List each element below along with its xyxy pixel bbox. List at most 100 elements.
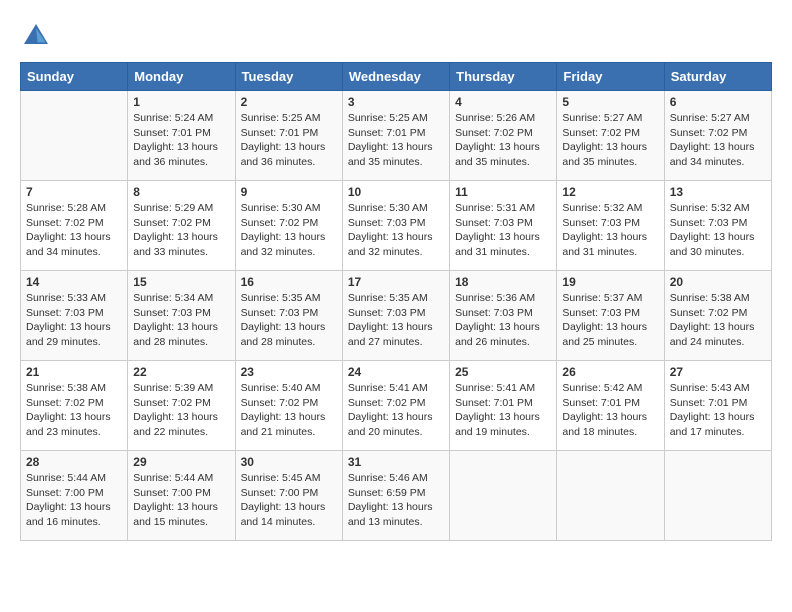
day-cell: 18 Sunrise: 5:36 AMSunset: 7:03 PMDayligh…: [450, 271, 557, 361]
day-number: 10: [348, 185, 444, 199]
week-row-3: 21 Sunrise: 5:38 AMSunset: 7:02 PMDayligh…: [21, 361, 772, 451]
header-tuesday: Tuesday: [235, 63, 342, 91]
day-number: 14: [26, 275, 122, 289]
day-cell: 14 Sunrise: 5:33 AMSunset: 7:03 PMDayligh…: [21, 271, 128, 361]
day-cell: 7Sunrise: 5:28 AMSunset: 7:02 PMDaylight…: [21, 181, 128, 271]
day-number: 8: [133, 185, 229, 199]
header-row: SundayMondayTuesdayWednesdayThursdayFrid…: [21, 63, 772, 91]
day-info: Sunrise: 5:34 AMSunset: 7:03 PMDaylight:…: [133, 291, 229, 350]
day-cell: 2 Sunrise: 5:25 AMSunset: 7:01 PMDaylight…: [235, 91, 342, 181]
day-info: Sunrise: 5:33 AMSunset: 7:03 PMDaylight:…: [26, 291, 122, 350]
day-info: Sunrise: 5:27 AMSunset: 7:02 PMDaylight:…: [562, 111, 658, 170]
day-cell: 27 Sunrise: 5:43 AMSunset: 7:01 PMDayligh…: [664, 361, 771, 451]
day-cell: 20 Sunrise: 5:38 AMSunset: 7:02 PMDayligh…: [664, 271, 771, 361]
day-cell: 15 Sunrise: 5:34 AMSunset: 7:03 PMDayligh…: [128, 271, 235, 361]
day-info: Sunrise: 5:38 AMSunset: 7:02 PMDaylight:…: [26, 381, 122, 440]
day-cell: 9 Sunrise: 5:30 AMSunset: 7:02 PMDaylight…: [235, 181, 342, 271]
day-info: Sunrise: 5:32 AMSunset: 7:03 PMDaylight:…: [562, 201, 658, 260]
day-cell: 24 Sunrise: 5:41 AMSunset: 7:02 PMDayligh…: [342, 361, 449, 451]
day-cell: 19Sunrise: 5:37 AMSunset: 7:03 PMDayligh…: [557, 271, 664, 361]
day-number: 2: [241, 95, 337, 109]
day-cell: 28Sunrise: 5:44 AMSunset: 7:00 PMDayligh…: [21, 451, 128, 541]
day-cell: 23 Sunrise: 5:40 AMSunset: 7:02 PMDayligh…: [235, 361, 342, 451]
header-monday: Monday: [128, 63, 235, 91]
day-number: 12: [562, 185, 658, 199]
day-cell: 11Sunrise: 5:31 AMSunset: 7:03 PMDayligh…: [450, 181, 557, 271]
day-number: 9: [241, 185, 337, 199]
day-cell: 30 Sunrise: 5:45 AMSunset: 7:00 PMDayligh…: [235, 451, 342, 541]
day-number: 24: [348, 365, 444, 379]
day-info: Sunrise: 5:39 AMSunset: 7:02 PMDaylight:…: [133, 381, 229, 440]
week-row-2: 14 Sunrise: 5:33 AMSunset: 7:03 PMDayligh…: [21, 271, 772, 361]
header-friday: Friday: [557, 63, 664, 91]
day-number: 25: [455, 365, 551, 379]
day-number: 1: [133, 95, 229, 109]
day-info: Sunrise: 5:40 AMSunset: 7:02 PMDaylight:…: [241, 381, 337, 440]
day-number: 20: [670, 275, 766, 289]
day-info: Sunrise: 5:36 AMSunset: 7:03 PMDaylight:…: [455, 291, 551, 350]
day-info: Sunrise: 5:41 AMSunset: 7:01 PMDaylight:…: [455, 381, 551, 440]
day-cell: 13 Sunrise: 5:32 AMSunset: 7:03 PMDayligh…: [664, 181, 771, 271]
day-info: Sunrise: 5:25 AMSunset: 7:01 PMDaylight:…: [241, 111, 337, 170]
day-number: 31: [348, 455, 444, 469]
day-number: 30: [241, 455, 337, 469]
day-cell: [450, 451, 557, 541]
day-info: Sunrise: 5:45 AMSunset: 7:00 PMDaylight:…: [241, 471, 337, 530]
day-info: Sunrise: 5:26 AMSunset: 7:02 PMDaylight:…: [455, 111, 551, 170]
day-cell: 21 Sunrise: 5:38 AMSunset: 7:02 PMDayligh…: [21, 361, 128, 451]
page-header: [20, 20, 772, 52]
day-number: 18: [455, 275, 551, 289]
day-number: 17: [348, 275, 444, 289]
day-cell: [21, 91, 128, 181]
day-info: Sunrise: 5:43 AMSunset: 7:01 PMDaylight:…: [670, 381, 766, 440]
day-cell: 10 Sunrise: 5:30 AMSunset: 7:03 PMDayligh…: [342, 181, 449, 271]
day-cell: 17 Sunrise: 5:35 AMSunset: 7:03 PMDayligh…: [342, 271, 449, 361]
header-sunday: Sunday: [21, 63, 128, 91]
week-row-4: 28Sunrise: 5:44 AMSunset: 7:00 PMDayligh…: [21, 451, 772, 541]
day-info: Sunrise: 5:30 AMSunset: 7:03 PMDaylight:…: [348, 201, 444, 260]
day-cell: 26Sunrise: 5:42 AMSunset: 7:01 PMDayligh…: [557, 361, 664, 451]
logo: [20, 20, 56, 52]
week-row-0: 1 Sunrise: 5:24 AMSunset: 7:01 PMDaylight…: [21, 91, 772, 181]
logo-icon: [20, 20, 52, 52]
day-cell: 25 Sunrise: 5:41 AMSunset: 7:01 PMDayligh…: [450, 361, 557, 451]
day-info: Sunrise: 5:31 AMSunset: 7:03 PMDaylight:…: [455, 201, 551, 260]
day-cell: 22 Sunrise: 5:39 AMSunset: 7:02 PMDayligh…: [128, 361, 235, 451]
day-cell: 3 Sunrise: 5:25 AMSunset: 7:01 PMDaylight…: [342, 91, 449, 181]
day-number: 13: [670, 185, 766, 199]
day-number: 23: [241, 365, 337, 379]
day-info: Sunrise: 5:37 AMSunset: 7:03 PMDaylight:…: [562, 291, 658, 350]
day-info: Sunrise: 5:29 AMSunset: 7:02 PMDaylight:…: [133, 201, 229, 260]
day-number: 16: [241, 275, 337, 289]
day-number: 6: [670, 95, 766, 109]
day-info: Sunrise: 5:24 AMSunset: 7:01 PMDaylight:…: [133, 111, 229, 170]
day-cell: [664, 451, 771, 541]
day-number: 15: [133, 275, 229, 289]
day-info: Sunrise: 5:35 AMSunset: 7:03 PMDaylight:…: [348, 291, 444, 350]
day-info: Sunrise: 5:30 AMSunset: 7:02 PMDaylight:…: [241, 201, 337, 260]
day-cell: 8 Sunrise: 5:29 AMSunset: 7:02 PMDaylight…: [128, 181, 235, 271]
day-number: 27: [670, 365, 766, 379]
day-info: Sunrise: 5:35 AMSunset: 7:03 PMDaylight:…: [241, 291, 337, 350]
calendar-table: SundayMondayTuesdayWednesdayThursdayFrid…: [20, 62, 772, 541]
day-cell: 16 Sunrise: 5:35 AMSunset: 7:03 PMDayligh…: [235, 271, 342, 361]
day-number: 22: [133, 365, 229, 379]
day-info: Sunrise: 5:41 AMSunset: 7:02 PMDaylight:…: [348, 381, 444, 440]
header-wednesday: Wednesday: [342, 63, 449, 91]
day-cell: 5 Sunrise: 5:27 AMSunset: 7:02 PMDaylight…: [557, 91, 664, 181]
day-info: Sunrise: 5:44 AMSunset: 7:00 PMDaylight:…: [133, 471, 229, 530]
day-info: Sunrise: 5:32 AMSunset: 7:03 PMDaylight:…: [670, 201, 766, 260]
day-cell: 31Sunrise: 5:46 AMSunset: 6:59 PMDayligh…: [342, 451, 449, 541]
day-number: 7: [26, 185, 122, 199]
day-info: Sunrise: 5:25 AMSunset: 7:01 PMDaylight:…: [348, 111, 444, 170]
day-cell: 6 Sunrise: 5:27 AMSunset: 7:02 PMDaylight…: [664, 91, 771, 181]
day-cell: [557, 451, 664, 541]
day-number: 3: [348, 95, 444, 109]
day-info: Sunrise: 5:38 AMSunset: 7:02 PMDaylight:…: [670, 291, 766, 350]
day-cell: 12 Sunrise: 5:32 AMSunset: 7:03 PMDayligh…: [557, 181, 664, 271]
day-cell: 29Sunrise: 5:44 AMSunset: 7:00 PMDayligh…: [128, 451, 235, 541]
day-number: 26: [562, 365, 658, 379]
day-number: 21: [26, 365, 122, 379]
day-info: Sunrise: 5:27 AMSunset: 7:02 PMDaylight:…: [670, 111, 766, 170]
day-number: 5: [562, 95, 658, 109]
